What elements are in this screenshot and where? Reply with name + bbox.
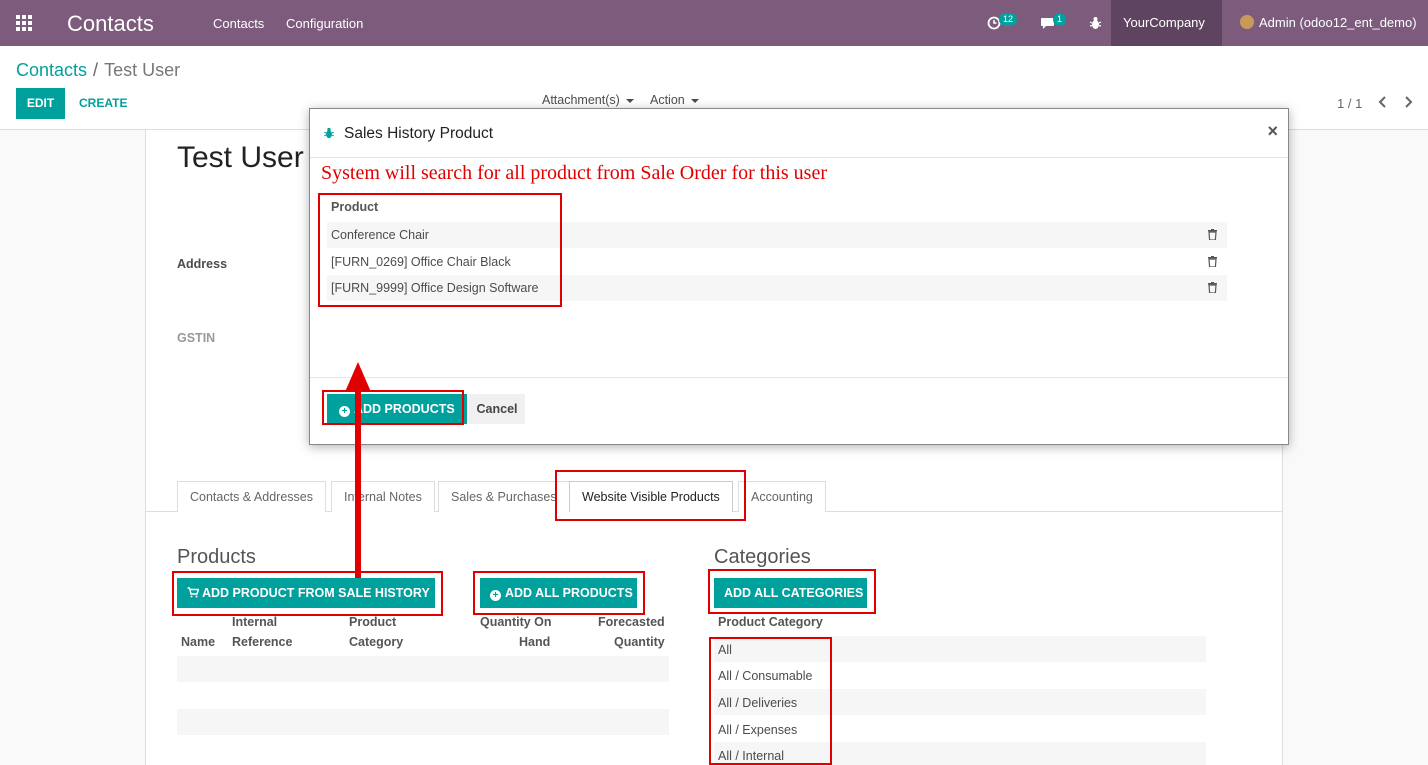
- annotation-arrow: [345, 362, 371, 578]
